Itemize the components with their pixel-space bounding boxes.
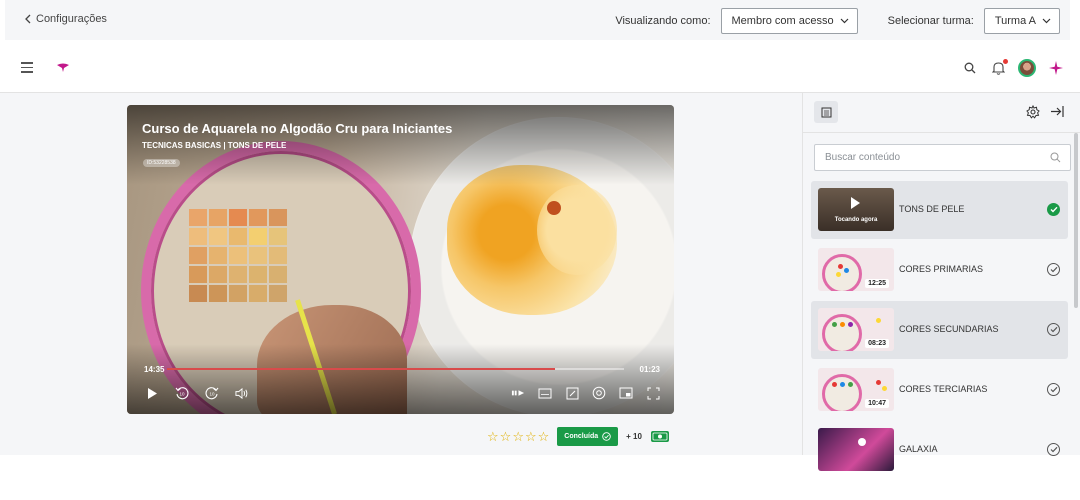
volume-icon[interactable] [235, 386, 249, 400]
svg-text:10: 10 [179, 392, 185, 397]
fullscreen-icon[interactable] [646, 386, 660, 400]
lesson-title: CORES SECUNDARIAS [899, 324, 999, 334]
check-circle-icon [602, 432, 611, 441]
search-icon[interactable] [962, 60, 978, 76]
panel-toolbar [803, 93, 1080, 133]
chevron-down-icon [1042, 18, 1051, 24]
color-swatch-grid [189, 209, 287, 302]
star-4[interactable]: ☆ [525, 430, 537, 443]
forward-10-icon[interactable]: 10 [205, 386, 219, 400]
viewing-as-label: Visualizando como: [615, 15, 711, 27]
star-2[interactable]: ☆ [500, 430, 512, 443]
lesson-duration: 10:47 [865, 399, 889, 408]
list-item[interactable]: Tocando agora TONS DE PELE [811, 181, 1068, 239]
collapse-panel-icon[interactable] [1050, 105, 1064, 123]
back-label: Configurações [36, 13, 107, 25]
class-select[interactable]: Turma A [983, 8, 1060, 34]
coin-icon [650, 431, 669, 442]
check-circle-icon [1047, 383, 1060, 396]
menu-icon[interactable] [21, 62, 33, 73]
subtitles-icon[interactable] [538, 386, 552, 400]
notification-dot [1003, 59, 1008, 64]
play-icon [851, 197, 860, 209]
completed-label: Concluída [564, 433, 599, 440]
play-icon[interactable] [145, 386, 159, 400]
check-circle-icon [1047, 443, 1060, 456]
video-id-badge: ID:53228538 [143, 159, 180, 167]
video-progress-fill [167, 368, 556, 370]
star-3[interactable]: ☆ [512, 430, 524, 443]
star-1[interactable]: ☆ [487, 430, 499, 443]
list-item[interactable]: 10:47 CORES TERCIARIAS [811, 361, 1068, 419]
list-item[interactable]: 08:23 CORES SECUNDARIAS [811, 301, 1068, 359]
select-class-label: Selecionar turma: [887, 15, 974, 27]
viewing-as-select[interactable]: Membro com acesso [720, 8, 858, 34]
lesson-thumbnail: Tocando agora [818, 188, 894, 231]
lesson-thumbnail: 08:23 [818, 308, 894, 351]
now-playing-label: Tocando agora [834, 217, 878, 223]
chevron-down-icon [840, 18, 849, 24]
list-icon[interactable] [814, 101, 838, 123]
logo[interactable] [56, 63, 70, 73]
search-input[interactable] [815, 145, 1035, 170]
viewing-as-value: Membro com acesso [731, 15, 834, 27]
star-5[interactable]: ☆ [538, 430, 550, 443]
gear-icon[interactable] [1026, 104, 1040, 124]
class-select-value: Turma A [994, 15, 1036, 27]
lesson-thumbnail [818, 428, 894, 471]
lesson-actions: ☆ ☆ ☆ ☆ ☆ Concluída + 10 [487, 427, 670, 446]
avatar[interactable] [1018, 59, 1036, 77]
points-label: + 10 [626, 432, 642, 441]
list-item[interactable]: 12:25 CORES PRIMARIAS [811, 241, 1068, 299]
video-title: Curso de Aquarela no Algodão Cru para In… [142, 121, 453, 136]
chevron-left-icon [25, 14, 31, 24]
check-circle-icon [1047, 323, 1060, 336]
video-subtitle: TECNICAS BASICAS | TONS DE PELE [142, 141, 287, 150]
lesson-thumbnail: 12:25 [818, 248, 894, 291]
check-filled-icon [1047, 203, 1060, 216]
pip-icon[interactable] [619, 386, 633, 400]
edit-icon[interactable] [565, 386, 579, 400]
sparkle-icon[interactable] [1048, 60, 1064, 76]
speed-icon[interactable] [511, 386, 525, 400]
rating-stars[interactable]: ☆ ☆ ☆ ☆ ☆ [487, 430, 549, 443]
list-item[interactable]: GALAXIA [811, 421, 1068, 479]
panel-scrollbar[interactable] [1074, 133, 1078, 308]
back-to-settings-link[interactable]: Configurações [24, 13, 107, 25]
video-progress-bar[interactable] [167, 368, 624, 370]
svg-text:10: 10 [209, 392, 215, 397]
lesson-title: GALAXIA [899, 444, 938, 454]
lesson-title: CORES PRIMARIAS [899, 264, 984, 274]
check-circle-icon [1047, 263, 1060, 276]
lesson-title: CORES TERCIARIAS [899, 384, 988, 394]
video-player[interactable]: Curso de Aquarela no Algodão Cru para In… [127, 105, 674, 414]
completed-button[interactable]: Concluída [557, 427, 619, 446]
app-header [0, 40, 1080, 93]
record-icon[interactable] [592, 386, 606, 400]
content-panel: Tocando agora TONS DE PELE 12:25 CORES P… [802, 93, 1080, 471]
bell-icon[interactable] [990, 59, 1008, 76]
config-bar: Configurações Visualizando como: Membro … [5, 0, 1070, 40]
video-remaining-time: 01:23 [639, 365, 660, 374]
main-content: Curso de Aquarela no Algodão Cru para In… [0, 93, 802, 455]
lesson-duration: 12:25 [865, 279, 889, 288]
lesson-duration: 08:23 [865, 339, 889, 348]
lesson-title: TONS DE PELE [899, 204, 965, 214]
search-icon [1050, 152, 1061, 163]
lesson-thumbnail: 10:47 [818, 368, 894, 411]
search-content-field[interactable] [814, 144, 1071, 171]
video-current-time: 14:35 [144, 365, 165, 374]
rewind-10-icon[interactable]: 10 [175, 386, 189, 400]
